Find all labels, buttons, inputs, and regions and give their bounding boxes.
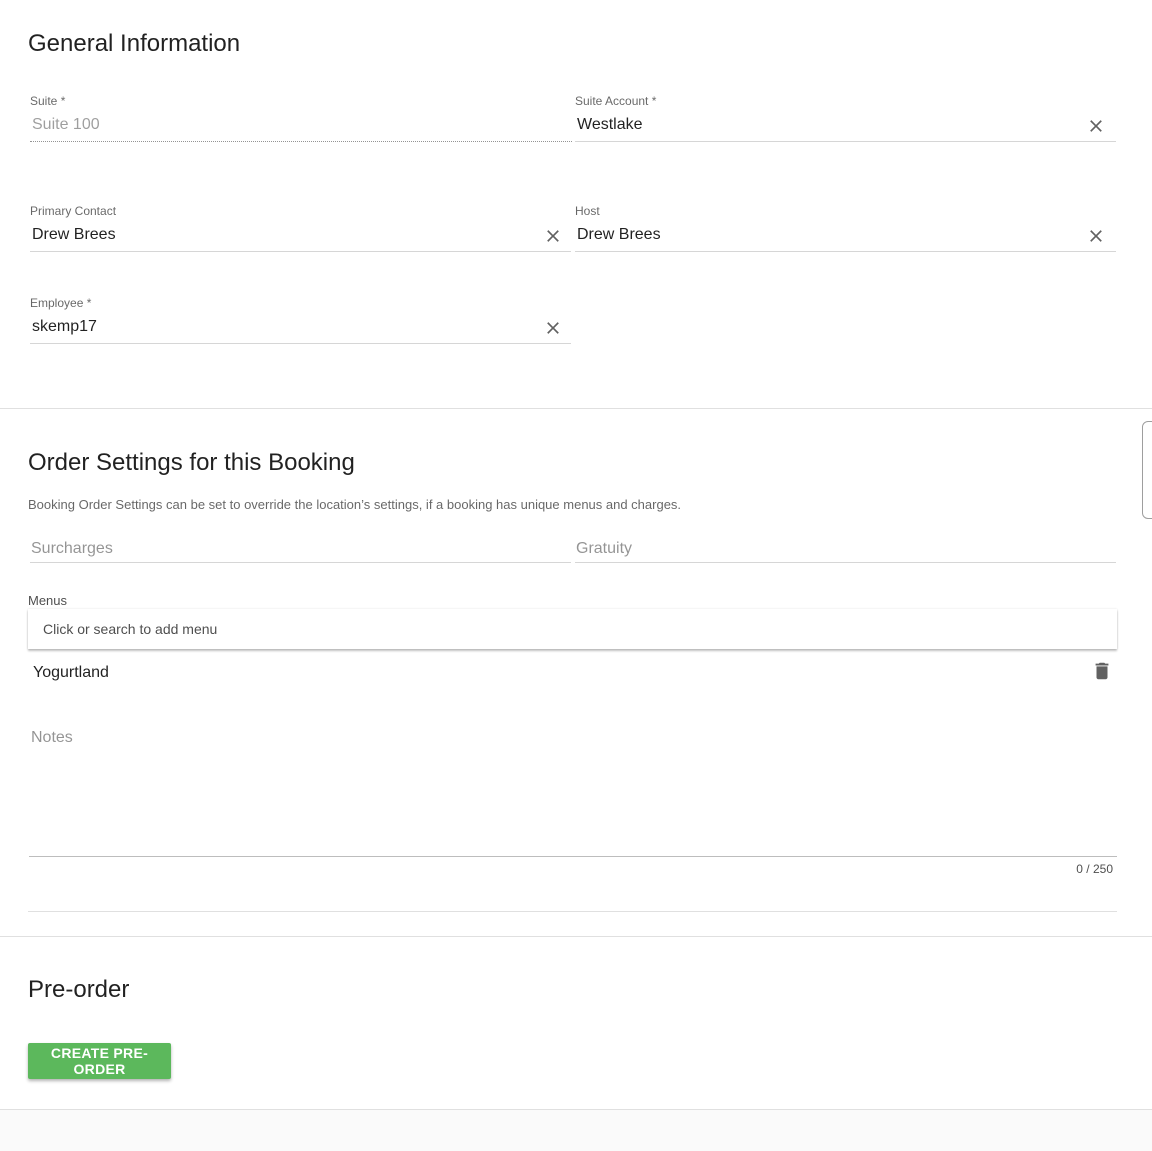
menu-list-item: Yogurtland	[33, 664, 109, 681]
host-label: Host	[575, 204, 600, 218]
host-field[interactable]: Host Drew Brees	[573, 204, 1116, 254]
side-drawer-handle[interactable]	[1142, 421, 1152, 519]
suite-account-value[interactable]: Westlake	[577, 116, 643, 134]
suite-account-field[interactable]: Suite Account * Westlake	[573, 94, 1116, 144]
notes-textarea-label[interactable]: Notes	[31, 729, 73, 747]
surcharges-placeholder: Surcharges	[31, 540, 113, 557]
employee-underline	[30, 343, 571, 344]
primary-contact-field[interactable]: Primary Contact Drew Brees	[28, 204, 571, 254]
notes-underline	[29, 856, 1117, 857]
notes-char-counter: 0 / 250	[1076, 862, 1113, 876]
host-clear-icon[interactable]	[1084, 224, 1108, 248]
gratuity-input[interactable]: Gratuity	[573, 540, 1116, 564]
create-pre-order-button[interactable]: CREATE PRE-ORDER	[28, 1043, 171, 1079]
order-settings-bottom-divider	[28, 911, 1117, 912]
surcharges-underline	[30, 562, 571, 563]
suite-label: Suite *	[30, 94, 66, 108]
suite-account-clear-icon[interactable]	[1084, 114, 1108, 138]
employee-value[interactable]: skemp17	[32, 318, 97, 336]
section-title-order-settings: Order Settings for this Booking	[28, 449, 355, 476]
suite-account-underline	[575, 141, 1116, 142]
primary-contact-label: Primary Contact	[30, 204, 117, 218]
order-settings-helper-text: Booking Order Settings can be set to ove…	[28, 497, 682, 512]
surcharges-input[interactable]: Surcharges	[28, 540, 571, 564]
primary-contact-underline	[30, 251, 571, 252]
menu-search-input[interactable]: Click or search to add menu	[28, 609, 1117, 649]
section-title-general: General Information	[28, 30, 241, 57]
suite-account-label: Suite Account *	[575, 94, 657, 108]
menu-search-placeholder: Click or search to add menu	[43, 621, 218, 637]
section-title-pre-order: Pre-order	[28, 976, 130, 1003]
gratuity-placeholder: Gratuity	[576, 540, 633, 557]
employee-field[interactable]: Employee * skemp17	[28, 296, 571, 346]
primary-contact-clear-icon[interactable]	[541, 224, 565, 248]
employee-clear-icon[interactable]	[541, 316, 565, 340]
delete-menu-trash-icon[interactable]	[1090, 659, 1114, 683]
order-settings-section: Order Settings for this Booking Booking …	[0, 409, 1152, 936]
primary-contact-value[interactable]: Drew Brees	[32, 226, 116, 244]
suite-value: Suite 100	[32, 116, 100, 133]
suite-underline	[30, 141, 572, 142]
suite-field: Suite * Suite 100	[28, 94, 572, 144]
host-value[interactable]: Drew Brees	[577, 226, 661, 244]
gratuity-underline	[575, 562, 1116, 563]
host-underline	[575, 251, 1116, 252]
pre-order-section: Pre-order CREATE PRE-ORDER	[0, 937, 1152, 1109]
menus-label: Menus	[28, 593, 68, 608]
employee-label: Employee *	[30, 296, 92, 310]
general-information-section: General Information Suite * Suite 100 Su…	[0, 0, 1152, 408]
section-divider	[0, 1109, 1152, 1110]
